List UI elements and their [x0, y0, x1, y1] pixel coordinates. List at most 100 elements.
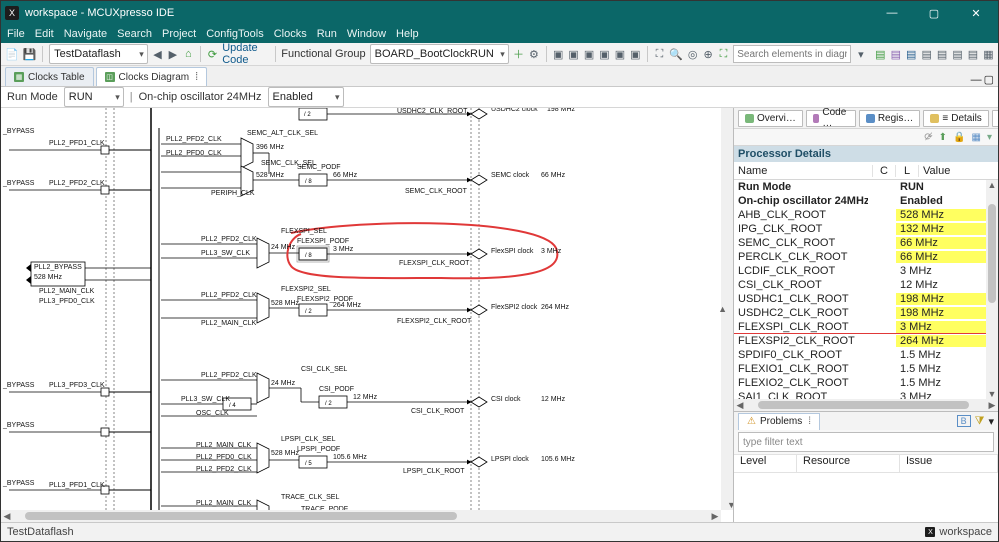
refresh-icon[interactable]: ⟳ [207, 46, 218, 62]
save-icon[interactable]: 💾 [23, 46, 37, 62]
table-row[interactable]: SPDIF0_CLK_ROOT1.5 MHz [734, 348, 998, 362]
perspective-icon[interactable]: ▦ [983, 46, 994, 62]
lock-icon[interactable]: 🔒 [953, 132, 965, 143]
table-row[interactable]: FLEXIO2_CLK_ROOT1.5 MHz [734, 376, 998, 390]
clock-diagram-pane[interactable]: / 2 / 8 [1, 108, 733, 522]
minimize-button[interactable]: — [874, 1, 910, 25]
tb-icon-1[interactable]: ▣ [552, 46, 563, 62]
menu-run[interactable]: Run [317, 28, 337, 40]
diagram-hscroll[interactable]: ◀▶ [1, 510, 721, 522]
tb-right-6[interactable]: ▤ [952, 46, 963, 62]
table-row[interactable]: IPG_CLK_ROOT132 MHz [734, 222, 998, 236]
table-row[interactable]: FLEXSPI2_CLK_ROOT264 MHz [734, 334, 998, 348]
grid-icon[interactable]: ▦ [972, 132, 981, 143]
table-row[interactable]: AHB_CLK_ROOT528 MHz [734, 208, 998, 222]
search-field[interactable] [733, 45, 851, 63]
tb-icon-3[interactable]: ▣ [583, 46, 594, 62]
tb-right-5[interactable]: ▤ [936, 46, 947, 62]
view-details[interactable]: ≡ Details [923, 110, 988, 127]
table-row[interactable]: PERCLK_CLK_ROOT66 MHz [734, 250, 998, 264]
tb-right-1[interactable]: ▤ [875, 46, 886, 62]
col-issue[interactable]: Issue [900, 455, 998, 472]
refresh-off-icon[interactable]: ⟳̸ [924, 132, 932, 143]
col-name[interactable]: Name [734, 165, 872, 177]
tb-icon-4[interactable]: ▣ [599, 46, 610, 62]
new-icon[interactable]: 📄 [5, 46, 19, 62]
tb-right-7[interactable]: ▤ [967, 46, 978, 62]
maximize-button[interactable]: ▢ [916, 1, 952, 25]
col-l[interactable]: L [895, 165, 918, 177]
table-row[interactable]: Run ModeRUN [734, 180, 998, 194]
close-tab-icon[interactable]: ⁞ [808, 416, 811, 427]
table-row[interactable]: SAI1_CLK_ROOT3 MHz [734, 390, 998, 399]
tb-right-2[interactable]: ▤ [890, 46, 901, 62]
col-level[interactable]: Level [734, 455, 797, 472]
funnel-icon[interactable]: ⧩ [975, 415, 985, 428]
minimize-view-icon[interactable]: — [971, 74, 982, 86]
view-registers[interactable]: Regis… [859, 110, 921, 127]
problems-body[interactable] [734, 473, 998, 522]
menu-project[interactable]: Project [162, 28, 196, 40]
maximize-view-icon[interactable]: ▢ [984, 73, 994, 86]
osc-combo[interactable]: Enabled [268, 87, 344, 107]
menu-window[interactable]: Window [347, 28, 386, 40]
filter-toggle-icon[interactable]: B [957, 415, 971, 427]
table-row[interactable]: SEMC_CLK_ROOT66 MHz [734, 236, 998, 250]
table-row[interactable]: LCDIF_CLK_ROOT3 MHz [734, 264, 998, 278]
zoom-fit-icon[interactable]: ⛶ [654, 46, 665, 62]
tb-icon-2[interactable]: ▣ [568, 46, 579, 62]
menu-icon[interactable]: ▾ [987, 132, 992, 143]
menu-edit[interactable]: Edit [35, 28, 54, 40]
menu-search[interactable]: Search [117, 28, 152, 40]
table-row[interactable]: FLEXIO1_CLK_ROOT1.5 MHz [734, 362, 998, 376]
menu-file[interactable]: File [7, 28, 25, 40]
home-icon[interactable]: ⌂ [183, 46, 194, 62]
table-row[interactable]: On-chip oscillator 24MHzEnabled [734, 194, 998, 208]
problems-filter-input[interactable]: type filter text [738, 432, 994, 452]
close-tab-icon[interactable]: ⁞ [195, 71, 198, 83]
tb-icon-5[interactable]: ▣ [614, 46, 625, 62]
chevron-down-icon[interactable]: ▾ [855, 46, 866, 62]
project-combo[interactable]: TestDataflash [49, 44, 148, 64]
nav-back-icon[interactable]: ◀ [152, 46, 163, 62]
col-c[interactable]: C [872, 165, 895, 177]
close-button[interactable]: ✕ [958, 1, 994, 25]
tab-problems[interactable]: ⚠ Problems ⁞ [738, 413, 820, 430]
menu-configtools[interactable]: ConfigTools [206, 28, 263, 40]
menu-clocks[interactable]: Clocks [274, 28, 307, 40]
tb-right-3[interactable]: ▤ [906, 46, 917, 62]
tab-clocks-diagram[interactable]: ◫ Clocks Diagram ⁞ [96, 67, 208, 86]
menu-help[interactable]: Help [396, 28, 419, 40]
col-resource[interactable]: Resource [797, 455, 900, 472]
details-table[interactable]: Run ModeRUNOn-chip oscillator 24MHzEnabl… [734, 180, 998, 399]
tb-icon-6[interactable]: ▣ [630, 46, 641, 62]
menu-navigate[interactable]: Navigate [64, 28, 107, 40]
zoom-100-icon[interactable]: ⊕ [702, 46, 713, 62]
view-clock[interactable]: Clock… [992, 110, 998, 127]
expand-icon[interactable]: ⛶ [718, 46, 729, 62]
status-workspace[interactable]: workspace [939, 526, 992, 538]
diagram-vscroll[interactable]: ▲▼ [721, 108, 733, 510]
table-row[interactable]: FLEXSPI_CLK_ROOT3 MHz [734, 320, 998, 334]
fg-gear-icon[interactable]: ⚙ [528, 46, 539, 62]
table-row[interactable]: CSI_CLK_ROOT12 MHz [734, 278, 998, 292]
view-code[interactable]: Code … [806, 110, 856, 127]
tab-clocks-table[interactable]: ▦ Clocks Table [5, 67, 94, 86]
functional-group-combo[interactable]: BOARD_BootClockRUN [370, 44, 509, 64]
col-value[interactable]: Value [918, 165, 998, 177]
nav-fwd-icon[interactable]: ▶ [167, 46, 178, 62]
table-row[interactable]: USDHC2_CLK_ROOT198 MHz [734, 306, 998, 320]
menu-icon[interactable]: ▾ [988, 415, 994, 428]
zoom-in-icon[interactable]: 🔍 [669, 46, 683, 62]
collapse-icon[interactable]: ⬆ [939, 132, 947, 143]
table-row[interactable]: USDHC1_CLK_ROOT198 MHz [734, 292, 998, 306]
view-overview[interactable]: Overvi… [738, 110, 803, 127]
details-vscroll[interactable]: ▲▼ [986, 180, 998, 399]
details-hscroll[interactable]: ◀▶ [734, 399, 998, 411]
target-icon[interactable]: ◎ [687, 46, 698, 62]
run-mode-combo[interactable]: RUN [64, 87, 124, 107]
clock-diagram[interactable]: / 2 / 8 [1, 108, 721, 510]
fg-add-icon[interactable]: ＋ [513, 46, 524, 62]
tb-right-4[interactable]: ▤ [921, 46, 932, 62]
update-code-button[interactable]: Update Code [222, 42, 268, 66]
